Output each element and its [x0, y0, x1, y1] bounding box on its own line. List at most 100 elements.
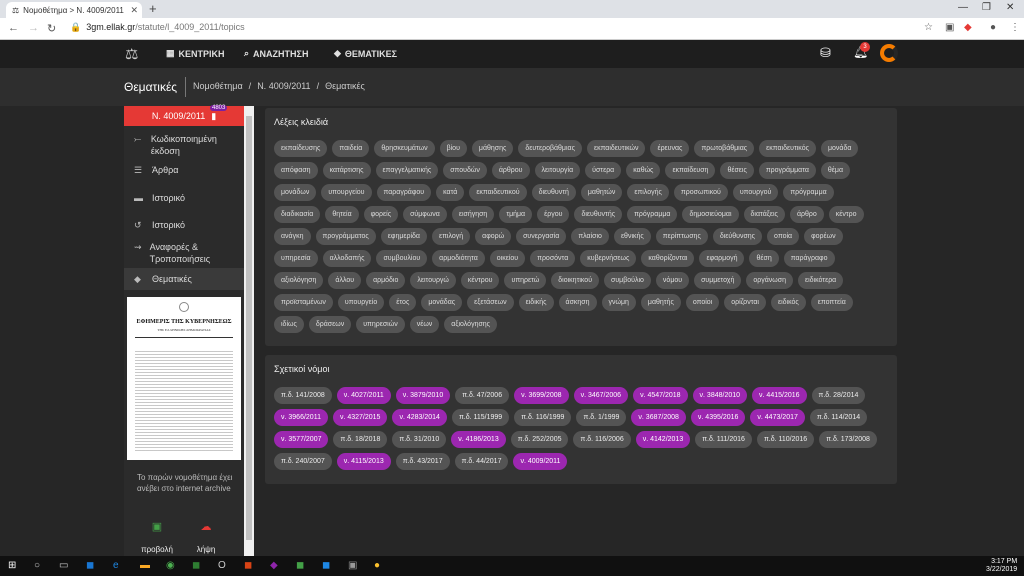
- keyword-chip[interactable]: οποίοι: [685, 294, 720, 311]
- keyword-chip[interactable]: νόμου: [655, 272, 690, 289]
- maximize-icon[interactable]: ❐: [982, 2, 991, 13]
- keyword-chip[interactable]: θέμα: [820, 162, 850, 179]
- related-law-chip[interactable]: π.δ. 1/1999: [576, 409, 627, 426]
- keyword-chip[interactable]: μαθητής: [640, 294, 681, 311]
- keyword-chip[interactable]: διαδικασία: [274, 206, 321, 223]
- keyword-chip[interactable]: εκπαιδευτικού: [469, 184, 527, 201]
- powerpoint-icon[interactable]: ◼: [244, 560, 252, 571]
- app-icon-5[interactable]: ●: [374, 560, 380, 571]
- related-law-chip[interactable]: π.δ. 116/2006: [573, 431, 631, 448]
- keyword-chip[interactable]: κυβερνήσεως: [580, 250, 637, 267]
- sidebar-item-references[interactable]: ⇝ Αναφορές & Τροποποιήσεις: [134, 241, 239, 265]
- window-close-icon[interactable]: ✕: [1006, 2, 1014, 13]
- url-field[interactable]: 🔒 3gm.ellak.gr/statute/l_4009_2011/topics: [70, 22, 245, 33]
- related-law-chip[interactable]: π.δ. 18/2018: [333, 431, 388, 448]
- keyword-chip[interactable]: ιδίως: [274, 316, 304, 333]
- gazette-preview[interactable]: ΕΦΗΜΕΡΙΣ ΤΗΣ ΚΥΒΕΡΝΗΣΕΩΣ ΤΗΣ ΕΛΛΗΝΙΚΗΣ Δ…: [127, 297, 241, 460]
- keyword-chip[interactable]: παραγράφου: [376, 184, 432, 201]
- keyword-chip[interactable]: εφημερίδα: [380, 228, 427, 245]
- keyword-chip[interactable]: φορείς: [363, 206, 399, 223]
- keyword-chip[interactable]: υπουργού: [732, 184, 779, 201]
- keyword-chip[interactable]: προγράμματα: [758, 162, 816, 179]
- related-law-chip[interactable]: π.δ. 116/1999: [514, 409, 572, 426]
- keyword-chip[interactable]: ειδικότερα: [797, 272, 844, 289]
- keyword-chip[interactable]: μονάδα: [820, 140, 859, 157]
- keyword-chip[interactable]: άρθρο: [789, 206, 824, 223]
- app-icon-2[interactable]: ◼: [296, 560, 304, 571]
- nav-topics[interactable]: ◆ ΘΕΜΑΤΙΚΕΣ: [334, 48, 397, 59]
- download-button[interactable]: ☁ λήψη: [186, 520, 226, 554]
- related-law-chip[interactable]: π.δ. 110/2016: [756, 431, 815, 448]
- sidebar-item-history-2[interactable]: ↺ Ιστορικό: [134, 219, 239, 231]
- keyword-chip[interactable]: συμμετοχή: [694, 272, 742, 289]
- related-law-chip[interactable]: π.δ. 43/2017: [395, 453, 450, 470]
- scale-logo-icon[interactable]: ⚖: [125, 45, 138, 63]
- keyword-chip[interactable]: προσωπικού: [673, 184, 728, 201]
- app-icon[interactable]: ◆: [270, 560, 278, 571]
- related-law-chip[interactable]: ν. 4547/2018: [633, 387, 688, 404]
- breadcrumb-law[interactable]: Ν. 4009/2011: [257, 81, 310, 91]
- related-law-chip[interactable]: ν. 3966/2011: [274, 409, 328, 426]
- keyword-chip[interactable]: εκπαιδευτικός: [759, 140, 816, 157]
- keyword-chip[interactable]: γνώμη: [601, 294, 636, 311]
- related-law-chip[interactable]: ν. 4473/2017: [750, 409, 805, 426]
- keyword-chip[interactable]: παιδεία: [332, 140, 370, 157]
- profile-icon[interactable]: ●: [990, 22, 996, 33]
- keyword-chip[interactable]: έργου: [537, 206, 570, 223]
- opera-icon[interactable]: O: [218, 560, 226, 571]
- keyword-chip[interactable]: διεύθυνσης: [712, 228, 763, 245]
- brand-logo-icon[interactable]: [880, 44, 898, 62]
- keyword-chip[interactable]: λειτουργώ: [410, 272, 456, 289]
- sidebar-item-law[interactable]: Ν. 4009/2011 ▮ 4803: [124, 105, 244, 126]
- browser-tab[interactable]: ⚖ Νομοθέτημα > Ν. 4009/2011 > Θε ✕: [6, 2, 142, 18]
- keyword-chip[interactable]: οικείου: [489, 250, 526, 267]
- keyword-chip[interactable]: ειδικός: [770, 294, 806, 311]
- related-law-chip[interactable]: π.δ. 173/2008: [819, 431, 877, 448]
- keyword-chip[interactable]: αξιολόγησης: [444, 316, 498, 333]
- related-law-chip[interactable]: ν. 4027/2011: [336, 387, 391, 404]
- related-law-chip[interactable]: ν. 3848/2010: [692, 387, 748, 404]
- keyword-chip[interactable]: δευτεροβάθμιας: [518, 140, 582, 157]
- search-icon[interactable]: ○: [34, 560, 40, 571]
- sidebar-item-history[interactable]: ▬ Ιστορικό: [134, 192, 239, 204]
- keyword-chip[interactable]: κατά: [436, 184, 465, 201]
- file-explorer-icon[interactable]: ▬: [140, 560, 150, 571]
- keyword-chip[interactable]: πρόγραμμα: [783, 184, 834, 201]
- excel-icon[interactable]: ◼: [192, 560, 200, 571]
- keyword-chip[interactable]: άρθρου: [491, 162, 530, 179]
- related-law-chip[interactable]: ν. 3879/2010: [395, 387, 451, 404]
- keyword-chip[interactable]: άλλου: [328, 272, 362, 289]
- minimize-icon[interactable]: —: [958, 2, 968, 13]
- keyword-chip[interactable]: διατάξεις: [743, 206, 785, 223]
- keyword-chip[interactable]: αξιολόγηση: [274, 272, 324, 289]
- keyword-chip[interactable]: παράγραφο: [783, 250, 835, 267]
- keyword-chip[interactable]: καθορίζονται: [641, 250, 695, 267]
- keyword-chip[interactable]: διευθυντή: [531, 184, 576, 201]
- keyword-chip[interactable]: βίου: [439, 140, 467, 157]
- keyword-chip[interactable]: θρησκευμάτων: [374, 140, 435, 157]
- keyword-chip[interactable]: σύμφωνα: [403, 206, 447, 223]
- nav-search[interactable]: ⌕ ΑΝΑΖΗΤΗΣΗ: [244, 48, 308, 59]
- keyword-chip[interactable]: κέντρο: [828, 206, 864, 223]
- app-icon-4[interactable]: ▣: [348, 560, 357, 571]
- keyword-chip[interactable]: εθνικής: [613, 228, 651, 245]
- sidebar-item-topics[interactable]: ◆ Θεματικές: [124, 268, 244, 290]
- back-icon[interactable]: ←: [8, 22, 19, 34]
- related-law-chip[interactable]: π.δ. 111/2016: [695, 431, 752, 448]
- keyword-chip[interactable]: υπηρεσία: [274, 250, 318, 267]
- star-icon[interactable]: ☆: [924, 22, 933, 33]
- keyword-chip[interactable]: μαθητών: [580, 184, 623, 201]
- extension-icon-2[interactable]: ◆: [964, 22, 972, 33]
- related-law-chip[interactable]: ν. 3467/2006: [573, 387, 629, 404]
- keyword-chip[interactable]: αφορώ: [475, 228, 512, 245]
- related-law-chip[interactable]: ν. 4186/2013: [451, 431, 506, 448]
- related-law-chip[interactable]: ν. 3699/2008: [514, 387, 569, 404]
- new-tab-icon[interactable]: +: [149, 1, 157, 16]
- keyword-chip[interactable]: εισήγηση: [451, 206, 495, 223]
- view-button[interactable]: ▣ προβολή: [137, 520, 177, 554]
- keyword-chip[interactable]: ορίζονται: [724, 294, 766, 311]
- windows-start-icon[interactable]: ⊞: [8, 560, 16, 571]
- related-law-chip[interactable]: ν. 4142/2013: [635, 431, 691, 448]
- keyword-chip[interactable]: κατάρτισης: [322, 162, 371, 179]
- sidebar-item-codified[interactable]: ⤚ Κωδικοποιημένη έκδοση: [134, 133, 239, 157]
